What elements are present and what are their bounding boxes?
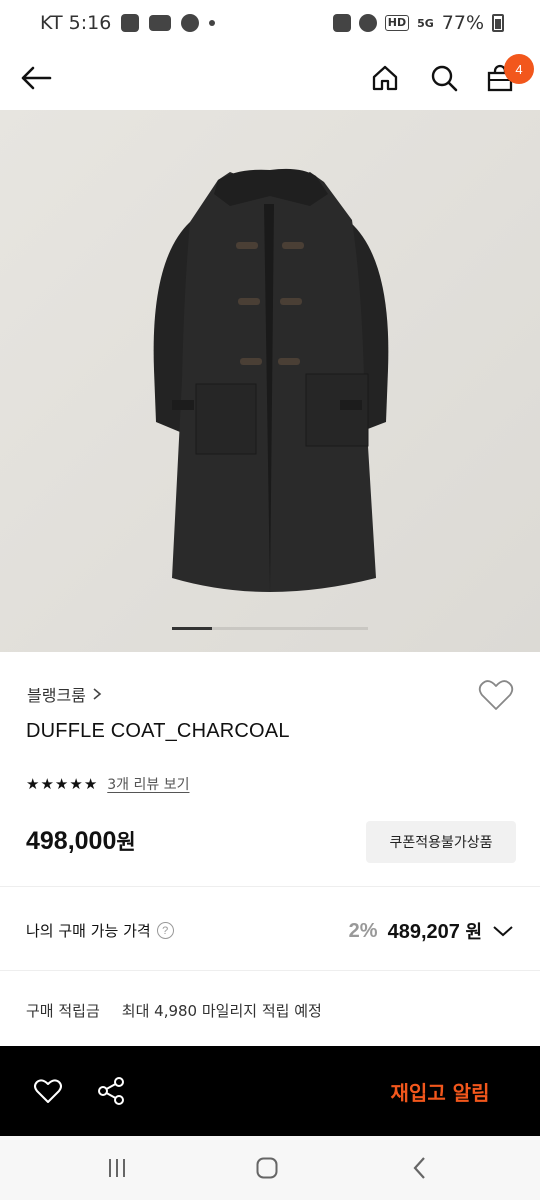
heart-icon xyxy=(34,1079,62,1103)
share-button[interactable] xyxy=(91,1071,131,1111)
product-image-gallery[interactable] xyxy=(0,110,540,652)
price-value: 498,000 xyxy=(26,827,117,855)
rating-row: ★ ★ ★ ★ ★ 3개 리뷰 보기 xyxy=(26,774,189,794)
back-button[interactable] xyxy=(14,56,58,100)
battery-icon xyxy=(492,14,504,32)
system-home-button[interactable] xyxy=(247,1148,287,1188)
heart-icon xyxy=(478,680,514,710)
discount-price-unit: 원 xyxy=(465,922,482,943)
review-link[interactable]: 3개 리뷰 보기 xyxy=(107,774,189,794)
system-back-button[interactable] xyxy=(400,1148,440,1188)
gallery-indicator-active xyxy=(172,627,212,630)
alarm-icon xyxy=(358,14,377,32)
recent-apps-button[interactable] xyxy=(97,1148,137,1188)
chevron-down-icon xyxy=(493,926,513,937)
network-icon: 5G xyxy=(417,16,434,30)
brand-name: 블랭크룸 xyxy=(27,686,86,705)
chevron-right-icon xyxy=(93,688,102,700)
discount-rate: 2% xyxy=(348,919,378,942)
my-price-label: 나의 구매 가능 가격 xyxy=(26,922,151,940)
top-navigation: 4 xyxy=(0,46,540,110)
notification-icon xyxy=(332,14,351,32)
coupon-status-button[interactable]: 쿠폰적용불가상품 xyxy=(366,821,516,863)
hd-voice-icon: HD xyxy=(384,15,410,31)
status-bar: KT 5:16 HD 5G 77% xyxy=(0,0,540,46)
points-label: 구매 적립금 xyxy=(26,1002,100,1020)
product-price: 498,000원 xyxy=(26,826,136,856)
bottom-action-bar: 재입고 알림 xyxy=(0,1046,540,1136)
arrow-left-icon xyxy=(21,66,52,90)
star-rating: ★ ★ ★ ★ ★ xyxy=(26,775,97,793)
status-time: KT 5:16 xyxy=(40,12,112,34)
home-circle-icon xyxy=(256,1157,278,1179)
price-unit: 원 xyxy=(116,830,136,854)
cart-button[interactable]: 4 xyxy=(478,54,534,100)
wishlist-button[interactable] xyxy=(28,1071,68,1111)
youtube-icon xyxy=(149,15,172,31)
home-button[interactable] xyxy=(363,56,407,100)
divider xyxy=(0,886,540,887)
kakaotalk-icon xyxy=(181,14,200,32)
product-name: DUFFLE COAT_CHARCOAL xyxy=(26,720,290,742)
help-icon[interactable]: ? xyxy=(156,922,174,939)
points-row: 구매 적립금 최대 4,980 마일리지 적립 예정 xyxy=(26,1000,322,1021)
cart-count-badge: 4 xyxy=(504,54,534,84)
chevron-left-icon xyxy=(413,1157,425,1179)
system-navigation-bar xyxy=(0,1136,540,1200)
wishlist-button-top[interactable] xyxy=(478,678,516,714)
home-icon xyxy=(372,65,398,91)
restock-alert-button[interactable]: 재입고 알림 xyxy=(340,1046,540,1136)
sim-card-icon xyxy=(121,14,140,32)
my-price-label-row: 나의 구매 가능 가격 ? xyxy=(26,920,174,941)
share-icon xyxy=(98,1077,124,1105)
brand-link[interactable]: 블랭크룸 xyxy=(27,682,102,706)
my-price-toggle[interactable]: 2% 489,207 원 xyxy=(349,918,514,944)
star-icon: ★ xyxy=(54,775,69,793)
discount-price-value: 489,207 xyxy=(387,921,460,943)
star-icon: ★ xyxy=(69,775,83,793)
star-icon: ★ xyxy=(40,775,54,793)
recent-apps-icon xyxy=(109,1159,125,1177)
more-notifications-icon xyxy=(209,20,216,26)
gallery-indicator xyxy=(172,627,368,630)
star-icon: ★ xyxy=(83,775,98,793)
discount-price: 489,207 원 xyxy=(388,918,482,944)
points-value: 최대 4,980 마일리지 적립 예정 xyxy=(121,1002,322,1020)
battery-percent: 77% xyxy=(441,12,484,34)
product-image xyxy=(0,110,540,652)
star-icon: ★ xyxy=(26,775,40,793)
search-button[interactable] xyxy=(422,56,466,100)
divider xyxy=(0,970,540,971)
search-icon xyxy=(431,65,458,92)
